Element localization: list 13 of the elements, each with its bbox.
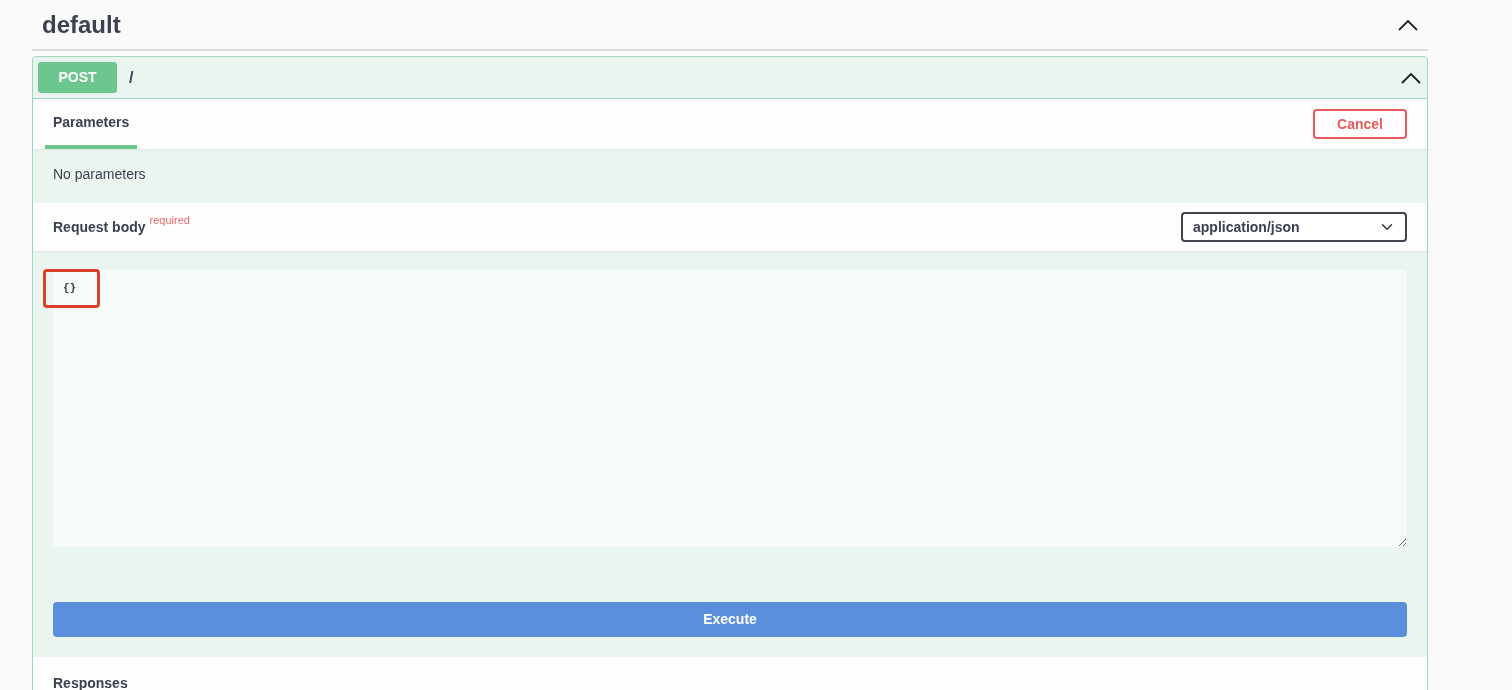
responses-title: Responses [53,675,128,690]
endpoint-path: / [129,67,135,88]
request-body-label: Request body [53,219,146,235]
parameters-tab[interactable]: Parameters [45,99,138,149]
required-label: required [149,214,190,226]
chevron-icon[interactable] [1401,71,1421,84]
request-body-editor[interactable]: {} [53,270,1407,547]
highlight-box [43,269,100,308]
section-title: default [42,9,121,40]
no-parameters-text: No parameters [52,165,147,184]
method-badge: POST [38,62,117,93]
chevron-icon[interactable] [1398,18,1418,31]
content-type-select[interactable]: application/json [1181,212,1407,242]
